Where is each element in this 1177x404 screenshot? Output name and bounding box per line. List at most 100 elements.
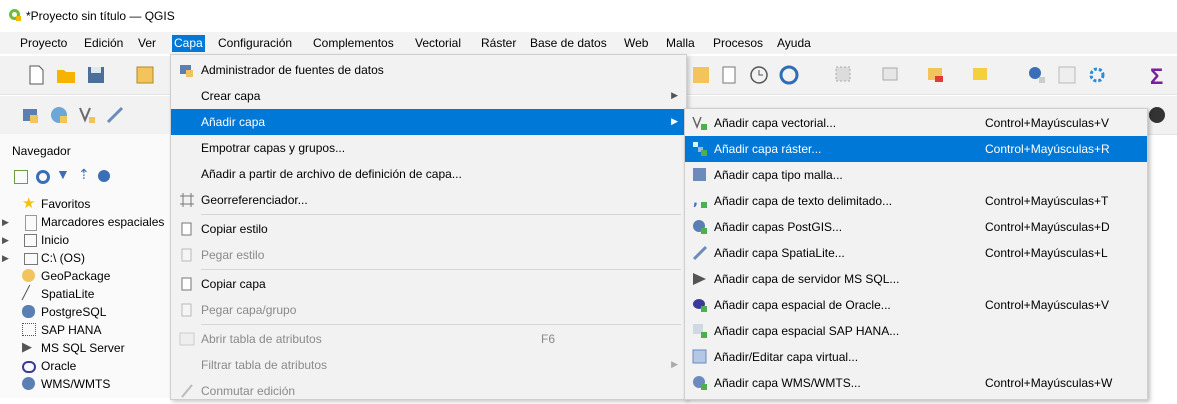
temporal-controller-icon[interactable] [748, 64, 770, 86]
capa-menu: Administrador de fuentes de datos Crear … [170, 54, 687, 400]
statistics-sigma-icon[interactable]: Σ [1150, 64, 1163, 90]
submenu-item-delimited-text[interactable]: , Añadir capa de texto delimitado... Con… [685, 188, 1147, 214]
expand-arrow-icon[interactable]: ▶ [2, 232, 9, 248]
expand-arrow-icon[interactable]: ▶ [2, 214, 9, 230]
menu-item-definicion[interactable]: Añadir a partir de archivo de definición… [171, 161, 686, 187]
menu-item-pegar-capa[interactable]: Pegar capa/grupo [171, 297, 686, 323]
identify-icon[interactable] [1026, 64, 1048, 86]
tree-item-marcadores[interactable]: ▶ Marcadores espaciales [0, 214, 170, 232]
menu-malla[interactable]: Malla [664, 35, 697, 52]
menu-item-copiar-capa[interactable]: Copiar capa [171, 271, 686, 297]
add-vector-icon [692, 116, 707, 130]
menu-complementos[interactable]: Complementos [311, 35, 396, 52]
add-raster-icon [693, 142, 707, 156]
new-print-layout-icon[interactable] [134, 64, 156, 86]
submenu-item-sap-hana[interactable]: Añadir capa espacial SAP HANA... [685, 318, 1147, 344]
add-wms-icon [693, 376, 707, 390]
select-features-icon[interactable] [833, 64, 855, 86]
tree-item-inicio[interactable]: ▶ Inicio [0, 232, 170, 250]
new-vector-layer-icon[interactable] [76, 104, 98, 126]
tree-item-oracle[interactable]: Oracle [0, 358, 170, 376]
submenu-item-mesh[interactable]: Añadir capa tipo malla... [685, 162, 1147, 188]
tree-item-drive-c[interactable]: ▶ C:\ (OS) [0, 250, 170, 268]
oracle-icon [22, 361, 36, 373]
new-project-icon[interactable] [25, 64, 47, 86]
new-geopackage-icon[interactable] [48, 104, 70, 126]
menu-item-pegar-estilo[interactable]: Pegar estilo [171, 242, 686, 268]
submenu-arrow-icon: ▶ [671, 90, 678, 100]
add-virtual-layer-icon [692, 349, 707, 364]
submenu-arrow-icon: ▶ [671, 116, 678, 126]
refresh-browser-icon[interactable] [36, 170, 50, 184]
submenu-item-postgis[interactable]: Añadir capas PostGIS... Control+Mayúscul… [685, 214, 1147, 240]
submenu-item-raster[interactable]: Añadir capa ráster... Control+Mayúsculas… [685, 136, 1147, 162]
menu-item-crear-capa[interactable]: Crear capa ▶ [171, 83, 686, 109]
tree-item-wms[interactable]: WMS/WMTS [0, 376, 170, 392]
measure-icon[interactable] [690, 64, 712, 86]
menu-base-de-datos[interactable]: Base de datos [528, 35, 609, 52]
submenu-item-vector[interactable]: Añadir capa vectorial... Control+Mayúscu… [685, 110, 1147, 136]
menu-item-copiar-estilo[interactable]: Copiar estilo [171, 216, 686, 242]
navigator-title: Navegador [12, 144, 71, 158]
deselect-icon[interactable] [925, 64, 947, 86]
menu-raster[interactable]: Ráster [479, 35, 518, 52]
menu-separator [201, 214, 681, 215]
menu-item-georreferenciador[interactable]: Georreferenciador... [171, 187, 686, 213]
processing-toolbox-icon[interactable] [1086, 64, 1108, 86]
menu-ver[interactable]: Ver [136, 35, 158, 52]
expand-arrow-icon[interactable]: ▶ [2, 250, 9, 266]
plugin-toolbar-icon[interactable] [1146, 104, 1168, 126]
menu-ayuda[interactable]: Ayuda [775, 35, 813, 52]
menu-edicion[interactable]: Edición [82, 35, 125, 52]
menu-proyecto[interactable]: Proyecto [18, 35, 69, 52]
tree-item-postgresql[interactable]: PostgreSQL [0, 304, 170, 322]
select-location-icon[interactable] [970, 64, 992, 86]
filter-icon[interactable]: ▼ [56, 166, 70, 182]
tree-item-geopackage[interactable]: GeoPackage [0, 268, 170, 286]
collapse-all-icon[interactable]: ⇡ [78, 166, 92, 182]
title-bar: *Proyecto sin título — QGIS [0, 0, 1177, 32]
attribute-table-toolbar-icon[interactable] [1056, 64, 1078, 86]
data-source-manager-toolbar-icon[interactable] [20, 104, 42, 126]
add-selected-icon[interactable] [14, 170, 28, 184]
home-folder-icon [24, 234, 37, 247]
submenu-item-wms[interactable]: Añadir capa WMS/WMTS... Control+Mayúscul… [685, 370, 1147, 396]
mssql-icon: ▶ [22, 339, 32, 354]
new-spatialite-icon[interactable] [104, 104, 126, 126]
submenu-item-virtual[interactable]: Añadir/Editar capa virtual... [685, 344, 1147, 370]
tree-item-sap-hana[interactable]: SAP HANA [0, 322, 170, 340]
menu-capa[interactable]: Capa [172, 35, 205, 52]
tree-item-spatialite[interactable]: ╱ SpatiaLite [0, 285, 170, 304]
menu-separator [201, 269, 681, 270]
sap-hana-icon [22, 323, 36, 336]
properties-icon[interactable] [98, 170, 110, 182]
menu-item-data-source-manager[interactable]: Administrador de fuentes de datos [171, 57, 686, 83]
qgis-logo-icon [9, 9, 21, 21]
refresh-icon[interactable] [778, 64, 800, 86]
open-project-icon[interactable] [55, 64, 77, 86]
menu-item-anadir-capa[interactable]: Añadir capa ▶ [171, 109, 686, 135]
save-project-icon[interactable] [85, 64, 107, 86]
tree-item-mssql[interactable]: ▶ MS SQL Server [0, 339, 170, 358]
submenu-item-mssql[interactable]: Añadir capa de servidor MS SQL... [685, 266, 1147, 292]
map-tips-icon[interactable] [718, 64, 740, 86]
select-by-value-icon[interactable] [880, 64, 902, 86]
submenu-item-spatialite[interactable]: Añadir capa SpatiaLite... Control+Mayúsc… [685, 240, 1147, 266]
add-delimited-text-icon: , [693, 194, 707, 209]
menu-item-conmutar-edicion[interactable]: Conmutar edición [171, 378, 686, 404]
menu-configuracion[interactable]: Configuración [216, 35, 294, 52]
add-hana-icon [693, 324, 707, 338]
star-icon: ★ [22, 195, 36, 212]
add-spatialite-icon [692, 245, 708, 261]
menu-vectorial[interactable]: Vectorial [413, 35, 463, 52]
window-title: *Proyecto sin título — QGIS [26, 9, 175, 23]
menu-item-abrir-tabla[interactable]: Abrir tabla de atributos F6 [171, 326, 686, 352]
menu-procesos[interactable]: Procesos [711, 35, 765, 52]
add-mssql-icon [693, 273, 706, 285]
tree-item-favoritos[interactable]: ★ Favoritos [0, 195, 170, 214]
menu-item-filtrar-tabla[interactable]: Filtrar tabla de atributos ▶ [171, 352, 686, 378]
menu-web[interactable]: Web [622, 35, 650, 52]
menu-item-empotrar[interactable]: Empotrar capas y grupos... [171, 135, 686, 161]
svg-text:,: , [693, 194, 698, 209]
submenu-item-oracle[interactable]: Añadir capa espacial de Oracle... Contro… [685, 292, 1147, 318]
